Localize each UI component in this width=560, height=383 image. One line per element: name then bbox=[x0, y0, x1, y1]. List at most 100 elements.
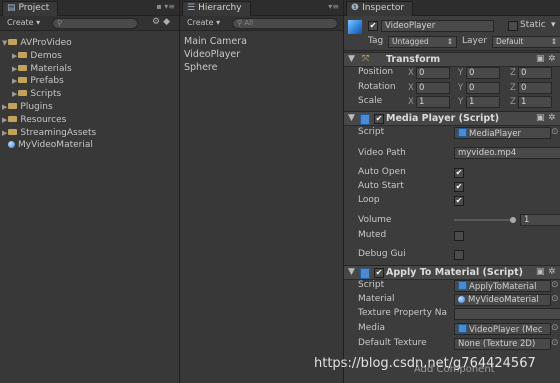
lock-menu-icon[interactable]: ▪ ▾≡ bbox=[156, 2, 175, 11]
object-picker-icon[interactable]: ⊙ bbox=[551, 323, 559, 333]
hierarchy-panel: ☰ Hierarchy ▾≡ Create ▾ ⚲ All Main Camera… bbox=[180, 0, 344, 383]
transform-header[interactable]: ▼ ⤧ Transform ▣ ✲ bbox=[344, 52, 560, 67]
material-label: Material bbox=[358, 294, 395, 304]
transform-y-field[interactable]: 1 bbox=[466, 96, 500, 108]
project-tree-item[interactable]: ▶ Scripts bbox=[12, 88, 61, 100]
project-tree-label: AVProVideo bbox=[20, 38, 72, 48]
project-create-label: Create bbox=[7, 18, 34, 27]
transform-x-field[interactable]: 0 bbox=[416, 81, 450, 94]
debug-gui-label: Debug Gui bbox=[358, 249, 406, 259]
caret-right-icon[interactable]: ▶ bbox=[12, 65, 17, 73]
volume-slider-knob[interactable] bbox=[510, 217, 516, 223]
hierarchy-item[interactable]: Main Camera bbox=[184, 36, 247, 48]
media-player-header[interactable]: ▼ ✔ Media Player (Script) ▣ ✲ bbox=[344, 111, 560, 126]
hierarchy-menu-icon[interactable]: ▾≡ bbox=[328, 2, 339, 11]
gear-icon[interactable]: ✲ bbox=[548, 53, 556, 66]
object-picker-icon[interactable]: ⊙ bbox=[551, 294, 559, 304]
mp-script-field[interactable]: MediaPlayer bbox=[454, 127, 551, 139]
hierarchy-search-input[interactable]: ⚲ All bbox=[232, 18, 338, 29]
hierarchy-item[interactable]: VideoPlayer bbox=[184, 49, 240, 61]
object-name-field[interactable]: VideoPlayer bbox=[381, 20, 494, 32]
hierarchy-item[interactable]: Sphere bbox=[184, 62, 217, 74]
auto-start-checkbox[interactable]: ✔ bbox=[454, 182, 464, 192]
project-tree-item[interactable]: ▶ Resources bbox=[2, 114, 66, 126]
loop-label: Loop bbox=[358, 195, 380, 205]
project-tree-item[interactable]: ▼ AVProVideo bbox=[2, 37, 72, 49]
transform-y-field[interactable]: 0 bbox=[466, 67, 500, 79]
axis-x-label: X bbox=[408, 82, 414, 93]
help-icon[interactable]: ▣ bbox=[536, 53, 545, 66]
gear-icon[interactable]: ✲ bbox=[548, 112, 556, 125]
debug-gui-checkbox[interactable] bbox=[454, 250, 464, 260]
caret-down-icon[interactable]: ▼ bbox=[2, 39, 7, 47]
caret-right-icon[interactable]: ▶ bbox=[12, 52, 17, 60]
help-icon[interactable]: ▣ bbox=[536, 112, 545, 125]
inspector-panel: ❶ Inspector ✔ VideoPlayer Static ▾ Tag Un… bbox=[344, 0, 560, 383]
static-dropdown-icon[interactable]: ▾ bbox=[551, 20, 556, 30]
help-icon[interactable]: ▣ bbox=[536, 266, 545, 279]
static-checkbox[interactable] bbox=[508, 21, 518, 31]
material-field[interactable]: MyVideoMaterial bbox=[454, 294, 551, 306]
media-player-enabled-checkbox[interactable]: ✔ bbox=[374, 114, 384, 124]
transform-row-label: Position bbox=[358, 67, 394, 77]
hierarchy-create-button[interactable]: Create ▾ bbox=[183, 17, 224, 28]
media-field[interactable]: VideoPlayer (Mec bbox=[454, 323, 551, 335]
transform-z-field[interactable]: 1 bbox=[518, 96, 552, 108]
gear-icon[interactable]: ✲ bbox=[548, 266, 556, 279]
object-picker-icon[interactable]: ⊙ bbox=[551, 127, 559, 137]
transform-z-field[interactable]: 0 bbox=[518, 81, 552, 94]
auto-open-checkbox[interactable]: ✔ bbox=[454, 168, 464, 178]
hierarchy-tab-bar: ☰ Hierarchy ▾≡ bbox=[180, 0, 343, 16]
project-tree-item[interactable]: ▶ Materials bbox=[12, 63, 72, 75]
volume-value-field[interactable]: 1 bbox=[520, 214, 560, 226]
loop-checkbox[interactable]: ✔ bbox=[454, 196, 464, 206]
object-picker-icon[interactable]: ⊙ bbox=[551, 280, 559, 290]
transform-x-field[interactable]: 0 bbox=[416, 67, 450, 79]
tab-project[interactable]: ▤ Project bbox=[2, 1, 59, 16]
caret-right-icon[interactable]: ▶ bbox=[2, 103, 7, 111]
atm-script-field[interactable]: ApplyToMaterial bbox=[454, 280, 551, 292]
apply-to-material-enabled-checkbox[interactable]: ✔ bbox=[374, 268, 384, 278]
tag-label: Tag bbox=[368, 36, 384, 46]
project-search-input[interactable]: ⚲ bbox=[52, 18, 138, 29]
transform-title: Transform bbox=[386, 54, 441, 65]
caret-right-icon[interactable]: ▶ bbox=[2, 116, 7, 124]
transform-z-field[interactable]: 0 bbox=[518, 67, 552, 79]
project-panel: ▤ Project ▪ ▾≡ Create ▾ ⚲ ⚙◆ ▼ AVProVideo ▶… bbox=[0, 0, 180, 383]
tab-inspector[interactable]: ❶ Inspector bbox=[346, 1, 414, 16]
object-picker-icon[interactable]: ⊙ bbox=[551, 338, 559, 348]
apply-to-material-header[interactable]: ▼ ✔ Apply To Material (Script) ▣ ✲ bbox=[344, 265, 560, 280]
transform-y-field[interactable]: 0 bbox=[466, 81, 500, 94]
project-tree-label: Resources bbox=[20, 114, 67, 125]
caret-right-icon[interactable]: ▶ bbox=[2, 129, 7, 137]
volume-slider-track[interactable] bbox=[454, 219, 514, 221]
project-tree-item[interactable]: ▶ Prefabs bbox=[12, 75, 64, 87]
project-tree-label: MyVideoMaterial bbox=[18, 140, 93, 151]
project-tree-item[interactable]: ▶ StreamingAssets bbox=[2, 127, 96, 139]
folder-icon bbox=[18, 51, 28, 58]
default-texture-field[interactable]: None (Texture 2D) bbox=[454, 338, 551, 350]
project-tree-item[interactable]: MyVideoMaterial bbox=[8, 139, 93, 151]
axis-z-label: Z bbox=[510, 97, 516, 107]
muted-checkbox[interactable] bbox=[454, 231, 464, 241]
tab-hierarchy[interactable]: ☰ Hierarchy bbox=[182, 1, 251, 16]
texture-property-field[interactable] bbox=[454, 308, 560, 320]
static-label: Static bbox=[520, 20, 546, 30]
script-icon bbox=[360, 114, 370, 125]
caret-right-icon[interactable]: ▶ bbox=[12, 90, 17, 98]
project-create-button[interactable]: Create ▾ bbox=[3, 17, 44, 28]
auto-open-label: Auto Open bbox=[358, 167, 406, 177]
object-active-checkbox[interactable]: ✔ bbox=[368, 21, 378, 31]
video-path-field[interactable]: myvideo.mp4 bbox=[454, 147, 560, 159]
transform-x-field[interactable]: 1 bbox=[416, 96, 450, 108]
project-tree-item[interactable]: ▶ Plugins bbox=[2, 101, 53, 113]
folder-tab-icon: ▤ bbox=[7, 3, 16, 13]
filter-icons[interactable]: ⚙◆ bbox=[152, 17, 173, 27]
layer-dropdown[interactable]: Default ⇕ bbox=[492, 36, 560, 48]
tag-value: Untagged bbox=[392, 37, 429, 46]
tag-dropdown[interactable]: Untagged ⇕ bbox=[388, 36, 457, 48]
project-tree-item[interactable]: ▶ Demos bbox=[12, 50, 62, 62]
project-tree-label: Prefabs bbox=[30, 76, 64, 87]
layer-label: Layer bbox=[462, 36, 488, 46]
caret-right-icon[interactable]: ▶ bbox=[12, 77, 17, 85]
